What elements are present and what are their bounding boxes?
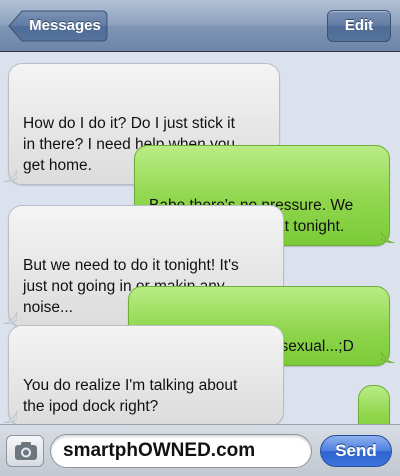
message-input[interactable]: smartphOWNED.com <box>50 434 312 468</box>
navigation-bar: Messages Edit <box>0 0 400 52</box>
bubble-tail <box>3 411 17 423</box>
message-thread[interactable]: How do I do it? Do I just stick it in th… <box>0 53 400 441</box>
bubble-tail <box>3 170 17 182</box>
camera-button[interactable] <box>6 435 44 467</box>
message-text: You do realize I'm talking about the ipo… <box>23 377 238 415</box>
back-button[interactable]: Messages <box>8 10 108 42</box>
edit-button[interactable]: Edit <box>327 10 391 42</box>
compose-bar: smartphOWNED.com Send <box>0 424 400 476</box>
bubble-tail <box>3 312 17 324</box>
camera-icon <box>15 442 37 460</box>
send-button[interactable]: Send <box>320 435 392 467</box>
bubble-tail <box>381 231 395 243</box>
back-button-label: Messages <box>29 17 101 34</box>
message-bubble-incoming: You do realize I'm talking about the ipo… <box>3 325 284 426</box>
bubble-tail <box>381 351 395 363</box>
